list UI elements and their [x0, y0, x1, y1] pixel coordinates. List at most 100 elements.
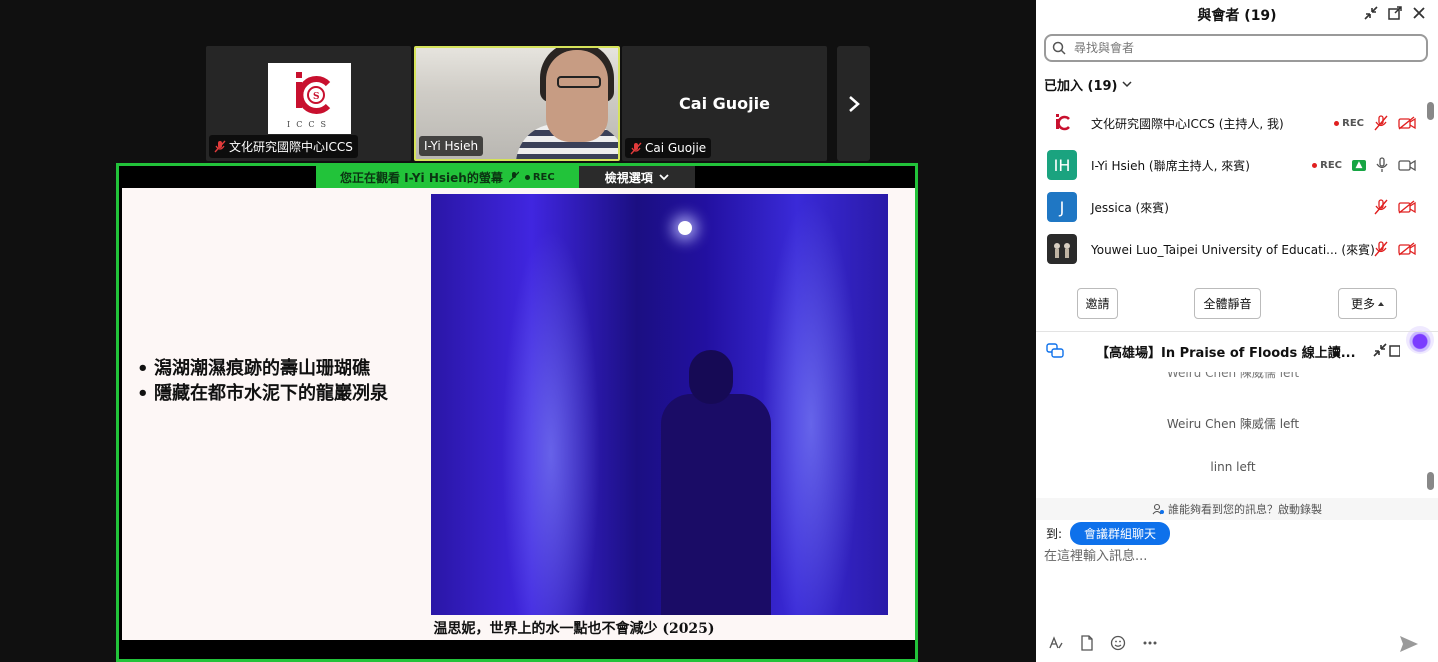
view-options-label: 檢視選項 — [604, 170, 653, 185]
chat-bubbles-icon — [1046, 343, 1064, 358]
video-tile-cai-guojie[interactable]: Cai Guojie Cai Guojie — [622, 46, 827, 161]
participant-name: Jessica (來賓) — [1091, 200, 1169, 215]
file-icon[interactable] — [1080, 635, 1094, 651]
tile-name-label: Cai Guojie — [625, 138, 712, 158]
system-message: Weiru Chen 陳威儒 left — [1166, 417, 1300, 431]
mute-all-button[interactable]: 全體靜音 — [1194, 288, 1261, 319]
slide-bullet: 潟湖潮濕痕跡的壽山珊瑚礁 — [134, 356, 388, 381]
chat-scrollbar[interactable] — [1427, 472, 1434, 490]
participant-row[interactable]: Youwei Luo_Taipei University of Educati.… — [1036, 228, 1430, 270]
chevron-down-icon — [1121, 81, 1132, 88]
video-tile-iccs[interactable]: S ICCS 文化研究國際中心ICCS — [206, 46, 411, 161]
participant-list: 文化研究國際中心ICCS (主持人, 我) REC IH I-Yi Hsieh … — [1036, 102, 1430, 270]
popout-icon[interactable] — [1386, 4, 1404, 22]
participant-row[interactable]: J Jessica (來賓) — [1036, 186, 1430, 228]
recipient-selector[interactable]: 會議群組聊天 — [1070, 522, 1171, 545]
mic-muted-icon[interactable] — [1374, 199, 1388, 215]
tile-name-label: 文化研究國際中心ICCS — [209, 135, 358, 158]
joined-section-toggle[interactable]: 已加入 (19) — [1044, 75, 1132, 94]
chat-recipient-row: 到: 會議群組聊天 — [1046, 522, 1171, 545]
more-options-icon[interactable] — [1142, 635, 1158, 651]
chat-message-list: Weiru Chen 陳威儒 left Weiru Chen 陳威儒 left … — [1036, 372, 1430, 496]
iccs-logo-mark: S — [295, 72, 330, 114]
chat-message-input[interactable] — [1044, 546, 1424, 566]
message-visibility-notice[interactable]: 誰能夠看到您的訊息？啟動錄製 — [1036, 498, 1438, 520]
video-area: S ICCS 文化研究國際中心ICCS I-Yi Hsieh Cai Guoji… — [0, 0, 1036, 662]
search-icon — [1052, 41, 1066, 55]
tile-name-text: 文化研究國際中心ICCS — [229, 140, 353, 154]
search-input[interactable] — [1074, 41, 1394, 55]
visibility-notice-text: 誰能夠看到您的訊息？啟動錄製 — [1168, 503, 1322, 516]
invite-button[interactable]: 邀請 — [1077, 288, 1118, 319]
collapse-icon[interactable] — [1372, 342, 1388, 358]
chat-title: 【高雄場】In Praise of Floods 線上讀... — [1096, 345, 1356, 361]
avatar-initials: IH — [1053, 155, 1071, 175]
video-off-icon[interactable] — [1398, 242, 1416, 256]
participant-actions: 邀請 全體靜音 更多 — [1036, 288, 1430, 320]
tile-name-label: I-Yi Hsieh — [419, 136, 484, 156]
video-icon[interactable] — [1398, 158, 1416, 172]
avatar: J — [1047, 192, 1077, 222]
participant-row[interactable]: 文化研究國際中心ICCS (主持人, 我) REC — [1036, 102, 1430, 144]
slide-caption: 温思妮，世界上的水一點也不會減少 (2025) — [433, 621, 715, 637]
caret-up-icon — [1378, 301, 1384, 306]
participants-header: 與會者 (19) — [1036, 0, 1438, 30]
slide-photo — [431, 194, 888, 615]
mic-icon[interactable] — [1376, 157, 1388, 173]
format-text-icon[interactable] — [1048, 635, 1064, 651]
recording-indicator: REC — [1334, 118, 1364, 129]
photo-avatar-icon — [1054, 243, 1070, 258]
system-message: Weiru Chen 陳威儒 left — [1166, 372, 1300, 380]
participant-name: 文化研究國際中心ICCS (主持人, 我) — [1091, 116, 1284, 131]
side-panel: 與會者 (19) 已加入 (19) — [1036, 0, 1438, 662]
participant-row[interactable]: IH I-Yi Hsieh (聯席主持人, 來賓) REC ▲ — [1036, 144, 1430, 186]
video-off-icon[interactable] — [1398, 116, 1416, 130]
rec-text: REC — [1320, 159, 1342, 171]
more-button[interactable]: 更多 — [1338, 288, 1397, 319]
person-icon — [1152, 503, 1164, 515]
svg-text:S: S — [313, 92, 320, 102]
zoom-meeting-window: S ICCS 文化研究國際中心ICCS I-Yi Hsieh Cai Guoji… — [0, 0, 1438, 662]
more-button-label: 更多 — [1350, 297, 1375, 311]
share-banner: 您正在觀看 I-Yi Hsieh的螢幕 REC 檢視選項 — [316, 166, 695, 188]
send-button[interactable] — [1398, 634, 1420, 654]
participant-name: Youwei Luo_Taipei University of Educati.… — [1091, 242, 1375, 257]
chat-header: 【高雄場】In Praise of Floods 線上讀... — [1036, 336, 1438, 366]
chevron-down-icon — [659, 173, 669, 180]
joined-count: 已加入 (19) — [1044, 79, 1118, 94]
iccs-logo: S ICCS — [268, 63, 351, 134]
mic-muted-icon[interactable] — [1374, 241, 1388, 257]
mic-muted-icon — [508, 171, 519, 183]
video-tile-i-yi-hsieh-active-speaker[interactable]: I-Yi Hsieh — [414, 46, 620, 161]
popout-icon[interactable] — [1388, 342, 1400, 358]
to-label: 到: — [1046, 527, 1063, 541]
avatar-initials: J — [1059, 197, 1065, 217]
participant-name: I-Yi Hsieh (聯席主持人, 來賓) — [1091, 158, 1250, 173]
tile-center-name: Cai Guojie — [679, 94, 770, 113]
mic-muted-icon — [214, 140, 226, 153]
rec-text: REC — [1342, 117, 1364, 129]
avatar — [1047, 108, 1077, 138]
chat-toolbar — [1048, 635, 1158, 651]
close-icon[interactable] — [1410, 4, 1428, 22]
share-status-text: 您正在觀看 I-Yi Hsieh的螢幕 — [340, 170, 503, 185]
slide-bullet: 隱藏在都市水泥下的龍巖冽泉 — [134, 381, 388, 406]
mic-muted-icon — [630, 142, 642, 154]
iccs-logo-icon — [1056, 114, 1070, 131]
send-icon — [1400, 636, 1418, 652]
view-options-button[interactable]: 檢視選項 — [578, 166, 695, 188]
emoji-icon[interactable] — [1110, 635, 1126, 651]
presentation-slide: 潟湖潮濕痕跡的壽山珊瑚礁 隱藏在都市水泥下的龍巖冽泉 温思妮，世界上的水一點也不… — [122, 188, 915, 640]
collapse-icon[interactable] — [1362, 4, 1380, 22]
participant-list-scrollbar[interactable] — [1427, 102, 1434, 120]
participant-search[interactable] — [1044, 34, 1428, 62]
slide-bullet-list: 潟湖潮濕痕跡的壽山珊瑚礁 隱藏在都市水泥下的龍巖冽泉 — [134, 356, 388, 406]
video-off-icon[interactable] — [1398, 200, 1416, 214]
mic-muted-icon[interactable] — [1374, 115, 1388, 131]
system-message: linn left — [1210, 460, 1256, 474]
next-page-button[interactable] — [837, 46, 870, 161]
screen-share-icon: ▲ — [1352, 159, 1366, 171]
participants-title: 與會者 (19) — [1197, 8, 1277, 24]
rec-text: REC — [532, 171, 555, 183]
iccs-logo-text: ICCS — [287, 120, 332, 129]
